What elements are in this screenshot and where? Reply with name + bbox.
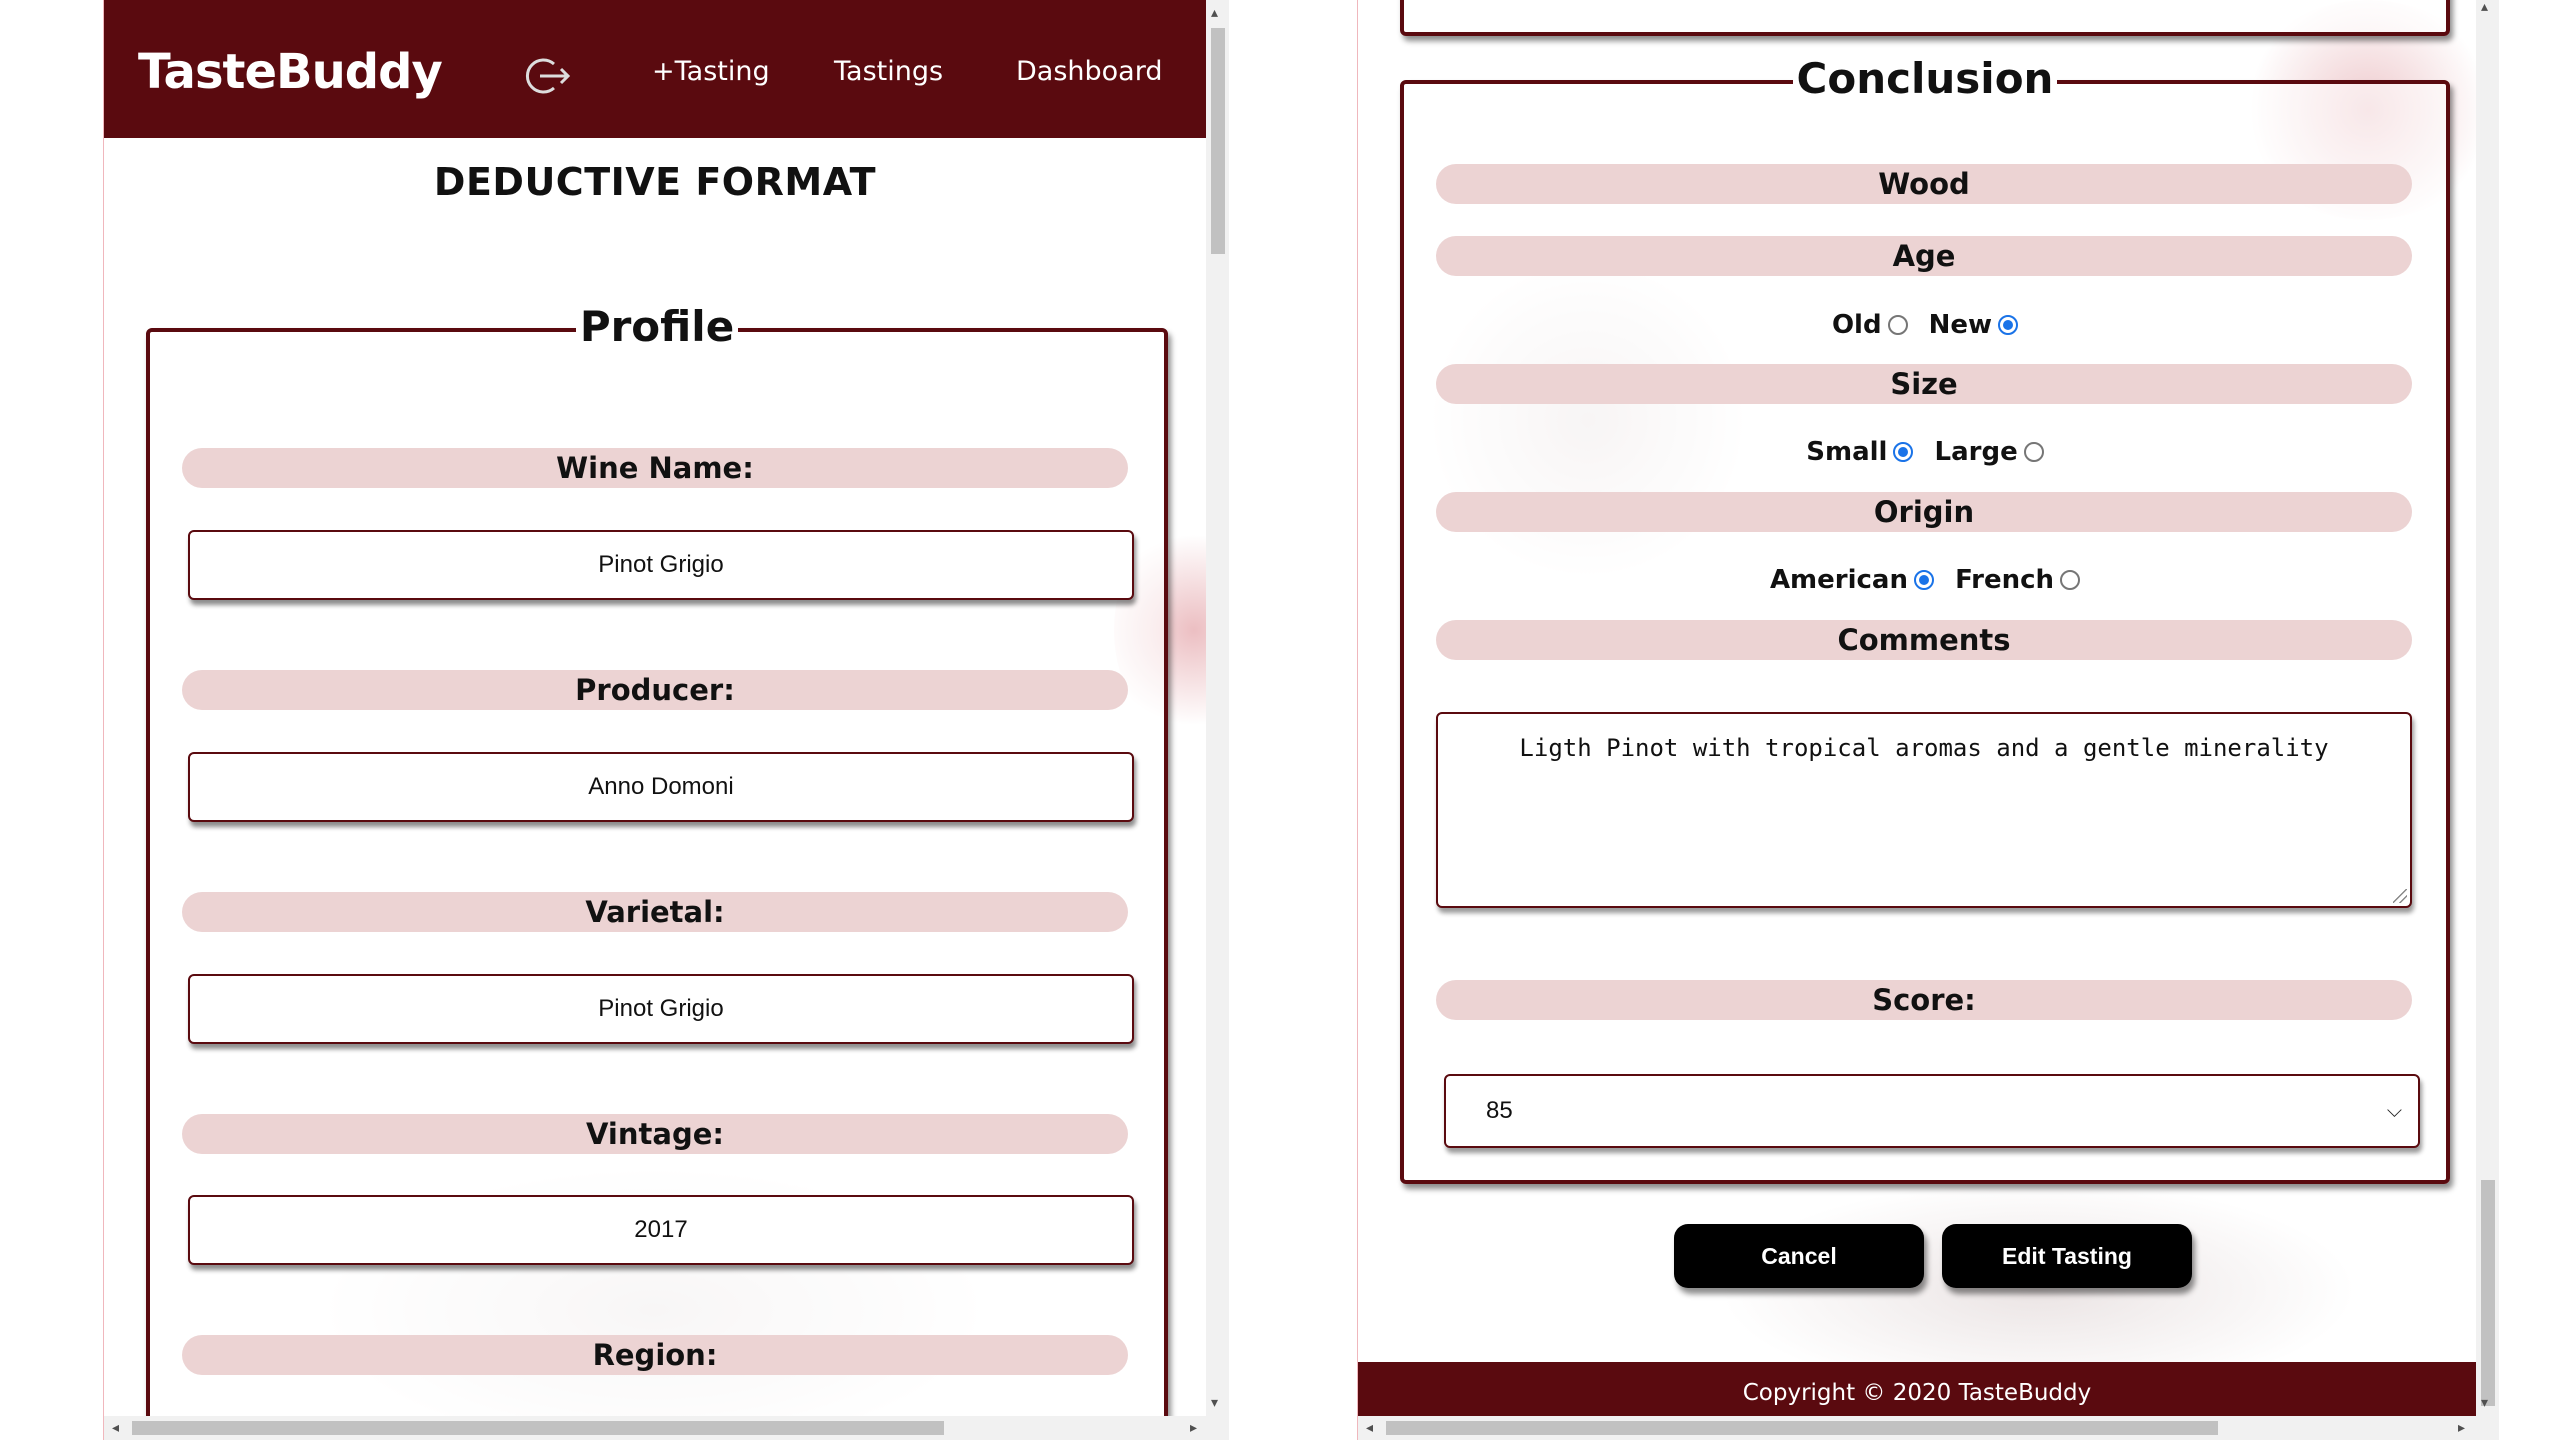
score-label: Score: [1436,980,2412,1020]
logout-arrow-icon[interactable] [524,56,574,96]
nav-add-tasting[interactable]: +Tasting [652,56,770,87]
scroll-left-arrow-icon[interactable]: ◂ [1366,1421,1373,1435]
producer-input[interactable]: Anno Domoni [188,752,1134,822]
comments-text: Ligth Pinot with tropical aromas and a g… [1519,734,2329,762]
scrollbar-thumb[interactable] [132,1421,944,1435]
copyright-text: Copyright © 2020 TasteBuddy [1742,1380,2092,1406]
age-old-radio[interactable] [1887,315,1908,335]
resize-grip-icon[interactable] [2393,889,2407,903]
scroll-up-arrow-icon[interactable]: ▴ [1211,6,1218,20]
wood-label: Wood [1436,164,2412,204]
vintage-label: Vintage: [182,1114,1128,1154]
conclusion-fieldset: Conclusion Wood Age Old New Size Small L… [1400,54,2450,1184]
origin-label: Origin [1436,492,2412,532]
scroll-down-arrow-icon[interactable]: ▾ [1211,1396,1218,1410]
varietal-input[interactable]: Pinot Grigio [188,974,1134,1044]
page-heading: DEDUCTIVE FORMAT [433,160,877,204]
age-radio-group: Old New [1404,310,2446,340]
vertical-scrollbar[interactable]: ▴ ▾ [2476,0,2499,1416]
scroll-down-arrow-icon[interactable]: ▾ [2481,1396,2488,1410]
origin-american-radio[interactable] [1914,570,1934,590]
score-selected-value: 85 [1486,1097,1513,1124]
region-label: Region: [182,1335,1128,1375]
size-large-radio[interactable] [2023,442,2044,462]
age-label: Age [1436,236,2412,276]
origin-french-radio[interactable] [2060,570,2081,590]
right-browser-panel: Conclusion Wood Age Old New Size Small L… [1357,0,2499,1440]
wine-name-label: Wine Name: [182,448,1128,488]
horizontal-scrollbar[interactable]: ◂ ▸ [1358,1416,2499,1440]
size-radio-group: Small Large [1404,437,2446,467]
edit-tasting-button[interactable]: Edit Tasting [1942,1224,2192,1288]
brand-logo[interactable]: TasteBuddy [138,44,443,100]
profile-fieldset: Profile Wine Name: Pinot Grigio Producer… [146,302,1168,1440]
previous-fieldset-edge [1400,0,2450,36]
size-small-radio[interactable] [1893,442,1914,462]
scroll-up-arrow-icon[interactable]: ▴ [2481,0,2488,14]
age-new-radio[interactable] [1998,315,2019,335]
origin-radio-group: American French [1404,565,2446,595]
comments-label: Comments [1436,620,2412,660]
scrollbar-thumb[interactable] [2481,1180,2495,1406]
comments-textarea[interactable]: Ligth Pinot with tropical aromas and a g… [1436,712,2412,908]
scroll-right-arrow-icon[interactable]: ▸ [1190,1421,1197,1435]
conclusion-legend: Conclusion [1404,54,2446,103]
scroll-left-arrow-icon[interactable]: ◂ [112,1421,119,1435]
chevron-down-icon: ⌵ [2386,1100,2402,1122]
navbar: TasteBuddy +Tasting Tastings Dashboard [104,0,1206,138]
left-browser-panel: TasteBuddy +Tasting Tastings Dashboard D… [103,0,1229,1440]
nav-dashboard[interactable]: Dashboard [1016,56,1162,87]
scrollbar-thumb[interactable] [1211,28,1225,254]
footer: Copyright © 2020 TasteBuddy [1358,1362,2476,1420]
score-select[interactable]: 85 ⌵ [1444,1074,2420,1148]
horizontal-scrollbar[interactable]: ◂ ▸ [104,1416,1229,1440]
vintage-input[interactable]: 2017 [188,1195,1134,1265]
scroll-right-arrow-icon[interactable]: ▸ [2458,1421,2465,1435]
wine-name-input[interactable]: Pinot Grigio [188,530,1134,600]
nav-tastings[interactable]: Tastings [834,56,943,87]
size-label: Size [1436,364,2412,404]
cancel-button[interactable]: Cancel [1674,1224,1924,1288]
vertical-scrollbar[interactable]: ▴ ▾ [1206,0,1229,1416]
scrollbar-thumb[interactable] [1386,1421,2218,1435]
profile-legend: Profile [150,302,1164,351]
producer-label: Producer: [182,670,1128,710]
varietal-label: Varietal: [182,892,1128,932]
